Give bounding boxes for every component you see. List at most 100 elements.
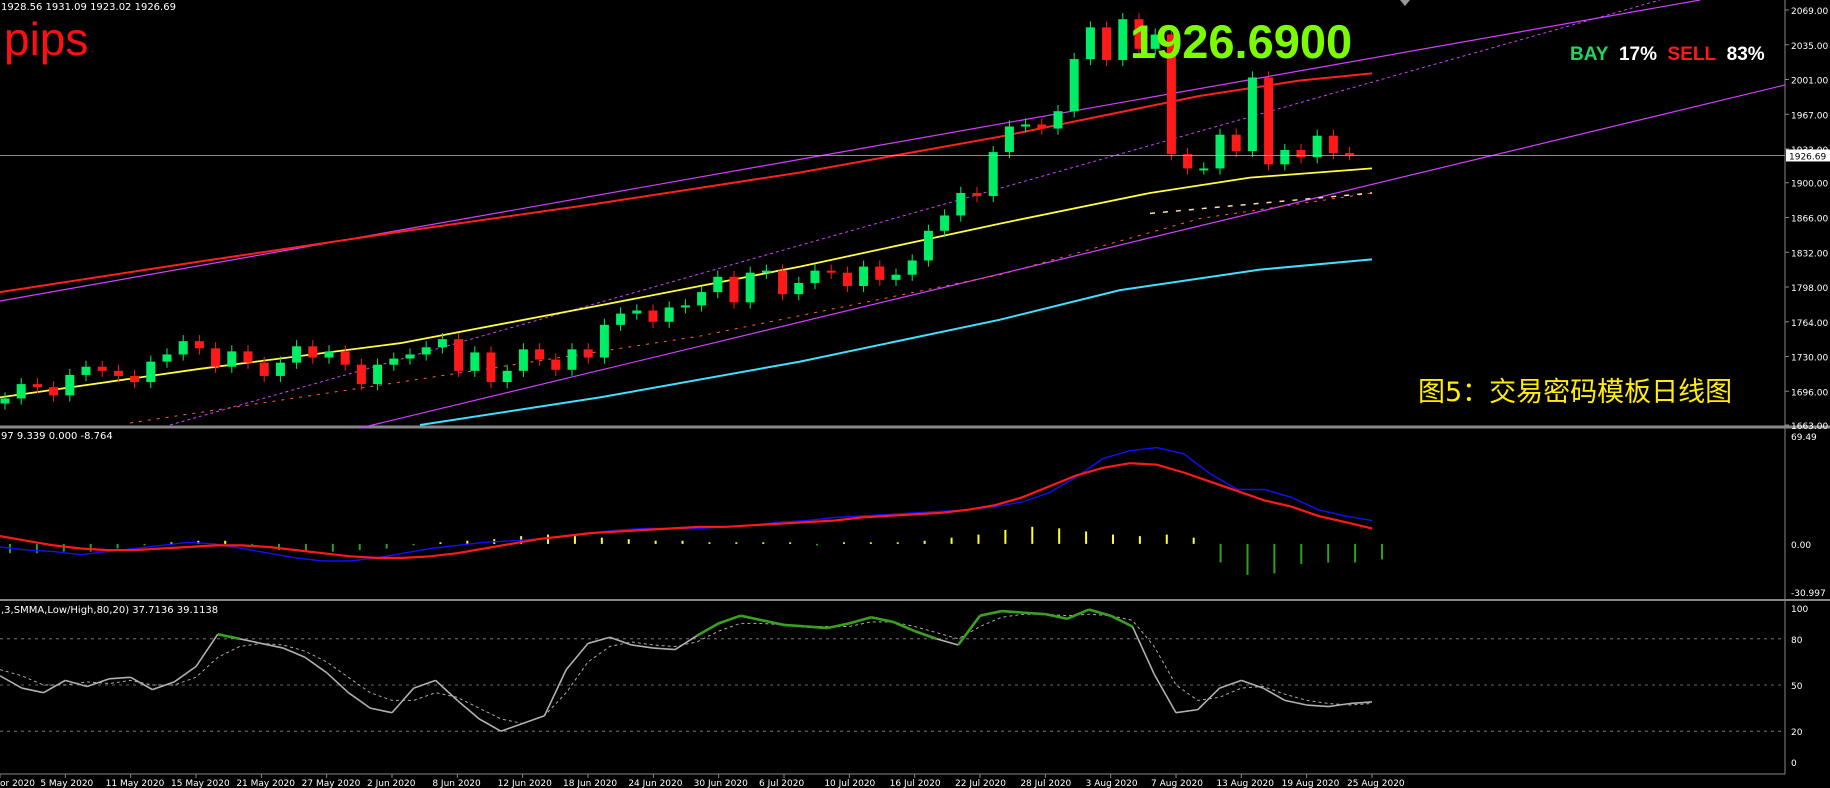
stoch-line [152,681,175,691]
stoch-line [65,679,88,688]
candle [907,260,917,275]
stoch-line [1110,614,1134,628]
candle [421,347,431,355]
candle [1345,153,1355,156]
x-tick-label: 21 May 2020 [236,779,295,788]
candle [1053,111,1063,129]
candle [1296,150,1306,158]
x-tick-label: 3 Aug 2020 [1086,779,1138,788]
y-tick-label: 1866.00 [1791,215,1828,225]
candle [632,310,642,314]
candle [940,215,950,231]
candle [454,339,464,371]
stoch-line [326,672,349,694]
stoch-line [261,642,284,649]
candle [32,384,42,388]
current-price: 1926.6900 [1130,15,1353,68]
candle [308,346,318,358]
x-tick-label: 22 Jul 2020 [955,779,1006,788]
chart-shift-marker [1400,0,1410,6]
candle [761,270,771,273]
pips-label: pips [4,13,89,65]
candle [1247,77,1257,152]
candle [437,339,447,348]
candle [697,292,707,306]
candle [1004,126,1014,153]
candle [243,351,253,363]
macd-line [0,446,1373,562]
candle [1199,168,1209,171]
x-tick-label: 18 Jun 2020 [563,779,617,788]
stoch-line [1001,609,1024,614]
candle [1183,154,1193,169]
stoch-line [827,622,850,630]
x-tick-label: 28 Jul 2020 [1020,779,1071,788]
stoch-line [522,715,545,725]
stoch-tick-label: 80 [1791,636,1803,646]
candle [1085,27,1095,60]
x-tick-label: 5 May 2020 [40,779,93,788]
candle [1328,135,1338,154]
candle [486,352,496,383]
candle [956,192,966,216]
y-tick-label: 1696.00 [1791,388,1828,398]
candle [211,348,221,367]
y-tick-label: 1663.00 [1791,422,1828,432]
candle [567,349,577,370]
candle [713,276,723,293]
y-tick-label: 2069.00 [1791,7,1828,17]
candle [551,359,561,370]
candle [502,370,512,383]
current-price-tag-label: 1926.69 [1789,152,1826,162]
stoch-signal-line [0,613,1373,725]
candle [875,266,885,280]
x-tick-label: 27 May 2020 [302,779,361,788]
stoch-line [1175,708,1198,714]
y-tick-label: 1967.00 [1791,111,1828,121]
stoch-line [631,644,654,649]
stoch-line [108,676,131,680]
candle [1215,134,1225,169]
x-tick-label: 24 Jun 2020 [628,779,682,788]
stoch-line [892,620,916,633]
stoch-line [805,625,828,630]
y-tick-label: 1798.00 [1791,284,1828,294]
candle [146,361,156,383]
stoch-line [500,722,523,732]
candle [1037,124,1047,129]
candle [194,341,204,349]
candle [1280,150,1290,165]
candle [729,276,739,303]
stoch-line [1197,687,1221,711]
candle [81,366,91,375]
stoch-line [696,622,720,637]
stoch-line [979,609,1003,617]
candle [518,349,528,371]
candle [162,354,172,362]
x-tick-label: 25 Aug 2020 [1347,779,1405,788]
candle [680,305,690,308]
candle [1021,124,1031,127]
ma-dotted-line [1149,192,1373,215]
stoch-line [1284,699,1307,706]
x-tick-label: 10 Jul 2020 [824,779,875,788]
x-tick-label: or 2020 [0,779,35,788]
candle [178,341,188,355]
stoch-line [347,692,371,709]
stoch-line [239,638,262,645]
stoch-line [195,633,219,667]
candle [1069,59,1079,112]
candle [599,324,609,358]
candle [389,358,399,365]
stoch-line [456,699,480,720]
candle [292,346,302,363]
candle [356,364,366,385]
sell-label: SELL [1667,44,1717,65]
stoch-line [1066,608,1090,620]
stoch-line [1131,626,1155,675]
stochastic-header: ,3,SMMA,Low/High,80,20) 37.7136 39.1138 [1,605,219,616]
candle [65,374,75,396]
y-tick-label: 2035.00 [1791,42,1828,52]
stoch-tick-label: 100 [1791,605,1808,615]
y-tick-label: 1764.00 [1791,319,1828,329]
